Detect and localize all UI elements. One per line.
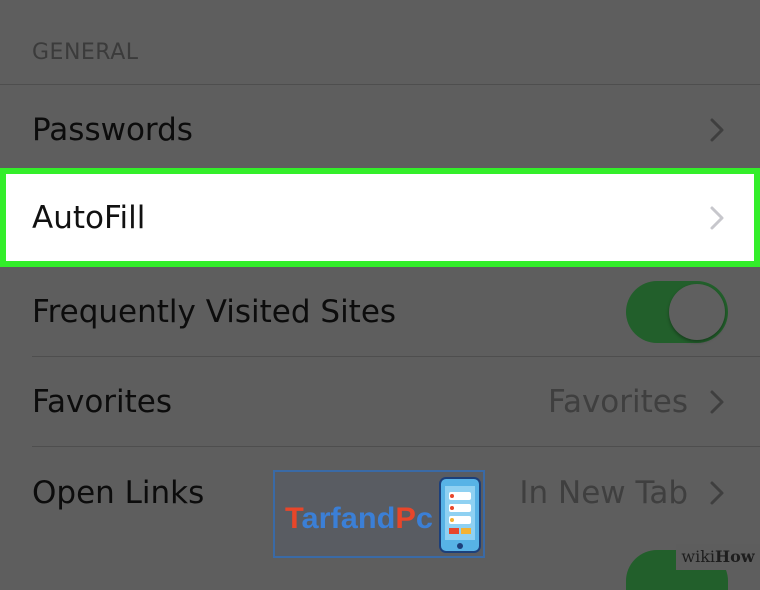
- chevron-right-icon: [710, 481, 724, 505]
- settings-row-autofill[interactable]: AutoFill: [0, 168, 760, 267]
- row-label: Frequently Visited Sites: [32, 294, 397, 330]
- settings-row-frequently-visited-sites: Frequently Visited Sites: [0, 267, 760, 357]
- frequently-visited-toggle[interactable]: [626, 281, 728, 343]
- wikihow-suffix: How: [715, 547, 755, 566]
- chevron-right-icon: [710, 206, 724, 229]
- row-value: In New Tab: [519, 475, 688, 511]
- tarfandpc-watermark-logo: TarfandPc: [273, 470, 485, 558]
- safari-settings-screen: GENERAL Passwords Frequently Visited Sit…: [0, 0, 760, 590]
- row-label: AutoFill: [32, 199, 146, 236]
- row-label: Open Links: [32, 475, 205, 511]
- row-divider: [32, 446, 760, 447]
- row-value: Favorites: [547, 384, 688, 420]
- row-label: Favorites: [32, 384, 173, 420]
- wikihow-watermark: wikiHow: [676, 544, 760, 570]
- settings-row-favorites[interactable]: Favorites Favorites: [0, 357, 760, 447]
- row-label: Passwords: [32, 112, 193, 148]
- settings-row-passwords[interactable]: Passwords: [0, 85, 760, 175]
- chevron-right-icon: [710, 390, 724, 414]
- chevron-right-icon: [710, 118, 724, 142]
- wikihow-prefix: wiki: [681, 547, 716, 566]
- toggle-knob: [669, 284, 725, 340]
- svg-text:TarfandPc: TarfandPc: [285, 502, 433, 535]
- section-header-general: GENERAL: [32, 40, 139, 65]
